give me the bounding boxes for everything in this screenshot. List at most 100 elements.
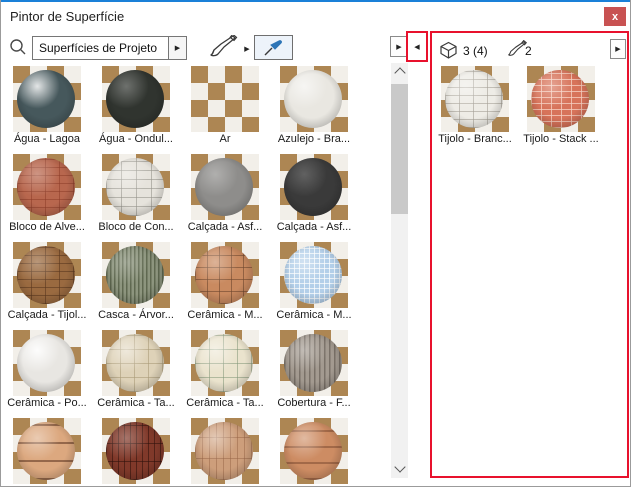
material-thumbnail [13, 418, 81, 484]
material-item[interactable]: Calçada - Asf... [276, 152, 365, 240]
material-label: Cobertura - F... [277, 397, 351, 409]
material-thumbnail [280, 330, 348, 396]
material-item[interactable]: Calçada - Tijol... [8, 240, 98, 328]
material-item[interactable]: Bloco de Alve... [9, 152, 98, 240]
expand-left-list-button[interactable]: ▶ [390, 36, 408, 57]
expand-selection-list-button[interactable]: ▶ [610, 39, 626, 59]
material-item[interactable]: Água - Ondul... [98, 64, 187, 152]
material-item[interactable]: Casca - Árvor... [98, 240, 187, 328]
material-thumbnail [13, 242, 81, 308]
material-thumbnail [102, 330, 170, 396]
material-thumbnail [191, 330, 259, 396]
close-icon: x [611, 10, 619, 23]
material-label: Cerâmica - Ta... [186, 397, 264, 409]
material-thumbnail [280, 242, 348, 308]
material-label: Bloco de Con... [98, 221, 174, 233]
surface-grid: Água - Lagoa Água - Ondul... Ar Azulejo … [7, 64, 365, 486]
material-item[interactable]: Bloco de Con... [98, 152, 187, 240]
material-sphere [17, 334, 75, 392]
material-label: Casca - Árvor... [98, 309, 174, 321]
material-label: Azulejo - Bra... [277, 133, 351, 145]
surface-source-dropdown-button[interactable]: ▶ [168, 37, 186, 59]
material-thumbnail [13, 154, 81, 220]
close-button[interactable]: x [604, 7, 626, 26]
collapse-right-panel-button[interactable]: ◀ [408, 33, 426, 60]
material-thumbnail [280, 154, 348, 220]
material-sphere [17, 246, 75, 304]
selection-panel-header: 3 (4) 2 ▶ [432, 37, 627, 63]
material-thumbnail [527, 66, 595, 132]
vertical-scrollbar[interactable] [391, 63, 408, 478]
left-arrow-icon: ◀ [414, 43, 420, 51]
window-title: Pintor de Superfície [10, 9, 125, 24]
paint-options-arrow-icon[interactable]: ▶ [242, 44, 252, 54]
material-thumbnail [102, 66, 170, 132]
material-sphere [17, 158, 75, 216]
material-item[interactable]: Cerâmica - M... [187, 240, 276, 328]
material-item[interactable]: Calçada - Asf... [187, 152, 276, 240]
right-arrow-icon: ▶ [615, 46, 621, 53]
surface-source-dropdown[interactable]: Superfícies de Projeto ▶ [32, 36, 187, 60]
material-item[interactable]: Ar [187, 64, 276, 152]
material-label: Cerâmica - M... [187, 309, 263, 321]
material-item[interactable] [98, 416, 187, 486]
material-thumbnail [280, 66, 348, 132]
material-sphere [195, 246, 253, 304]
material-item[interactable]: Água - Lagoa [9, 64, 98, 152]
material-thumbnail [191, 418, 259, 484]
material-item[interactable] [276, 416, 365, 486]
material-thumbnail [102, 154, 170, 220]
material-label: Água - Lagoa [13, 133, 81, 145]
material-sphere [195, 334, 253, 392]
material-item[interactable]: Cerâmica - Ta... [186, 328, 276, 416]
material-sphere [17, 70, 75, 128]
material-item[interactable]: Azulejo - Bra... [276, 64, 365, 152]
material-sphere [106, 70, 164, 128]
material-label: Ar [219, 133, 231, 145]
material-item[interactable]: Tijolo - Stack ... [523, 64, 609, 152]
material-thumbnail [191, 242, 259, 308]
material-sphere [284, 334, 342, 392]
material-sphere [195, 422, 253, 480]
scroll-up-icon[interactable] [393, 67, 406, 79]
elements-count: 3 (4) [463, 44, 488, 58]
material-item[interactable] [187, 416, 276, 486]
material-sphere [195, 158, 253, 216]
surface-source-value: Superfícies de Projeto [39, 41, 158, 55]
scroll-down-icon[interactable] [394, 461, 406, 473]
material-item[interactable]: Cerâmica - Po... [7, 328, 98, 416]
material-label: Água - Ondul... [99, 133, 173, 145]
scrollbar-thumb[interactable] [391, 84, 408, 214]
selection-panel: 3 (4) 2 ▶ Tijolo - Branc... Tijolo - Sta… [430, 31, 629, 478]
material-label: Tijolo - Branc... [438, 133, 512, 145]
cube-icon [439, 41, 458, 60]
window-top-accent [1, 0, 630, 2]
material-thumbnail [102, 418, 170, 484]
material-thumbnail [13, 330, 81, 396]
material-thumbnail [191, 66, 259, 132]
material-label: Calçada - Asf... [187, 221, 263, 233]
material-label: Calçada - Asf... [276, 221, 352, 233]
paint-brush-icon[interactable] [207, 35, 239, 61]
eyedropper-icon [263, 39, 285, 57]
material-sphere [531, 70, 589, 128]
right-arrow-icon: ▶ [174, 45, 181, 52]
material-label: Cerâmica - M... [276, 309, 352, 321]
selection-grid: Tijolo - Branc... Tijolo - Stack ... [437, 64, 609, 152]
material-sphere [284, 158, 342, 216]
material-label: Cerâmica - Ta... [97, 397, 175, 409]
material-item[interactable]: Cobertura - F... [276, 328, 365, 416]
material-sphere [284, 422, 342, 480]
search-icon [8, 37, 28, 57]
material-sphere [17, 422, 75, 480]
material-thumbnail [102, 242, 170, 308]
eyedropper-button[interactable] [254, 35, 293, 60]
material-sphere [106, 158, 164, 216]
material-sphere [284, 246, 342, 304]
right-arrow-icon: ▶ [396, 43, 402, 51]
material-item[interactable]: Cerâmica - Ta... [97, 328, 187, 416]
material-item[interactable]: Cerâmica - M... [276, 240, 365, 328]
material-label: Bloco de Alve... [9, 221, 85, 233]
material-label: Tijolo - Stack ... [523, 133, 599, 145]
material-item[interactable] [9, 416, 98, 486]
